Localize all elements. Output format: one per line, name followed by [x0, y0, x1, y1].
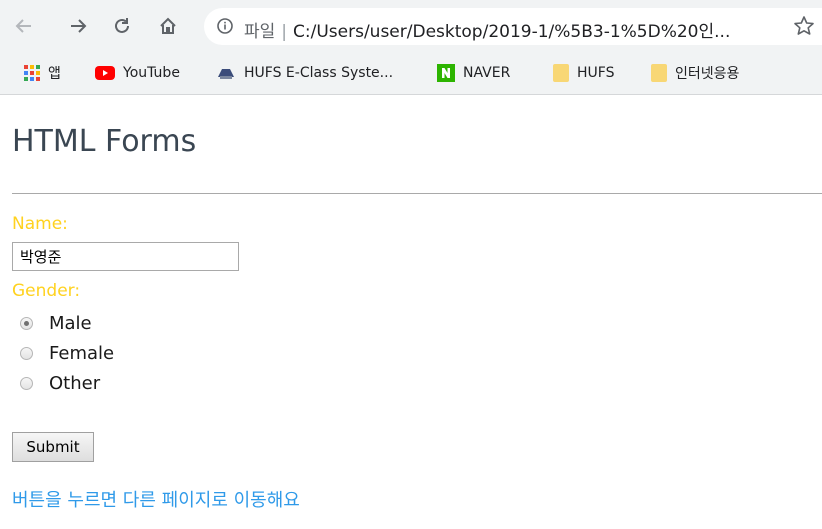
radio-female[interactable]	[20, 346, 33, 360]
horizontal-rule	[12, 193, 822, 194]
gender-label: Gender:	[12, 281, 81, 301]
url-path: C:/Users/user/Desktop/2019-1/%5B3-1%5D%2…	[293, 22, 731, 42]
bookmark-hufs-folder[interactable]: HUFS	[553, 63, 614, 83]
youtube-icon	[95, 66, 115, 80]
name-label: Name:	[12, 214, 68, 234]
address-bar[interactable]: 파일 | C:/Users/user/Desktop/2019-1/%5B3-1%5…	[204, 8, 822, 45]
url-text: 파일 | C:/Users/user/Desktop/2019-1/%5B3-1%5…	[244, 17, 730, 42]
url-scheme-label: 파일	[244, 22, 276, 42]
bookmark-hufs-folder-label: HUFS	[577, 65, 615, 81]
gender-option-other[interactable]: Other	[20, 372, 100, 394]
back-button[interactable]	[12, 14, 36, 38]
bookmark-hufs-eclass[interactable]: HUFS E-Class Syste...	[216, 63, 393, 83]
back-arrow-icon	[15, 19, 31, 33]
gender-option-female[interactable]: Female	[20, 342, 114, 364]
forward-button[interactable]	[66, 14, 90, 38]
url-separator: |	[281, 22, 288, 42]
bookmark-star-icon[interactable]	[793, 15, 815, 37]
footer-text: 버튼을 누르면 다른 페이지로 이동해요	[12, 490, 300, 511]
bookmark-hufs-eclass-label: HUFS E-Class Syste...	[244, 65, 394, 81]
home-button[interactable]	[156, 14, 180, 38]
page-title: HTML Forms	[12, 124, 197, 159]
info-icon[interactable]	[217, 18, 233, 34]
bookmark-naver[interactable]: NAVER	[437, 63, 510, 83]
home-icon	[160, 17, 176, 34]
browser-toolbar: 파일 | C:/Users/user/Desktop/2019-1/%5B3-1%5…	[0, 0, 822, 52]
bookmark-internet-app-folder[interactable]: 인터넷응용	[651, 63, 739, 83]
bookmark-apps-label: 앱	[48, 66, 61, 82]
bookmark-youtube[interactable]: YouTube	[95, 63, 180, 83]
radio-male[interactable]	[20, 316, 33, 330]
reload-icon	[115, 18, 129, 33]
bookmark-naver-label: NAVER	[463, 65, 511, 81]
radio-other-label: Other	[49, 372, 101, 394]
apps-grid-icon	[24, 65, 40, 81]
reload-button[interactable]	[110, 14, 134, 38]
gender-option-male[interactable]: Male	[20, 312, 92, 334]
hufs-eclass-icon	[218, 69, 234, 79]
bookmark-youtube-label: YouTube	[123, 65, 180, 81]
radio-male-label: Male	[49, 312, 92, 334]
naver-icon	[437, 64, 455, 82]
bookmark-internet-app-label: 인터넷응용	[675, 66, 740, 82]
folder-icon	[553, 64, 569, 82]
bookmark-apps[interactable]: 앱	[24, 63, 61, 83]
name-input[interactable]	[12, 242, 239, 271]
submit-button[interactable]: Submit	[12, 432, 94, 462]
bookmarks-bar: 앱 YouTube HUFS E-Class Syste... NAVER HU…	[0, 52, 822, 95]
radio-other[interactable]	[20, 376, 33, 390]
folder-icon	[651, 64, 667, 82]
forward-arrow-icon	[71, 19, 87, 33]
radio-female-label: Female	[49, 342, 115, 364]
